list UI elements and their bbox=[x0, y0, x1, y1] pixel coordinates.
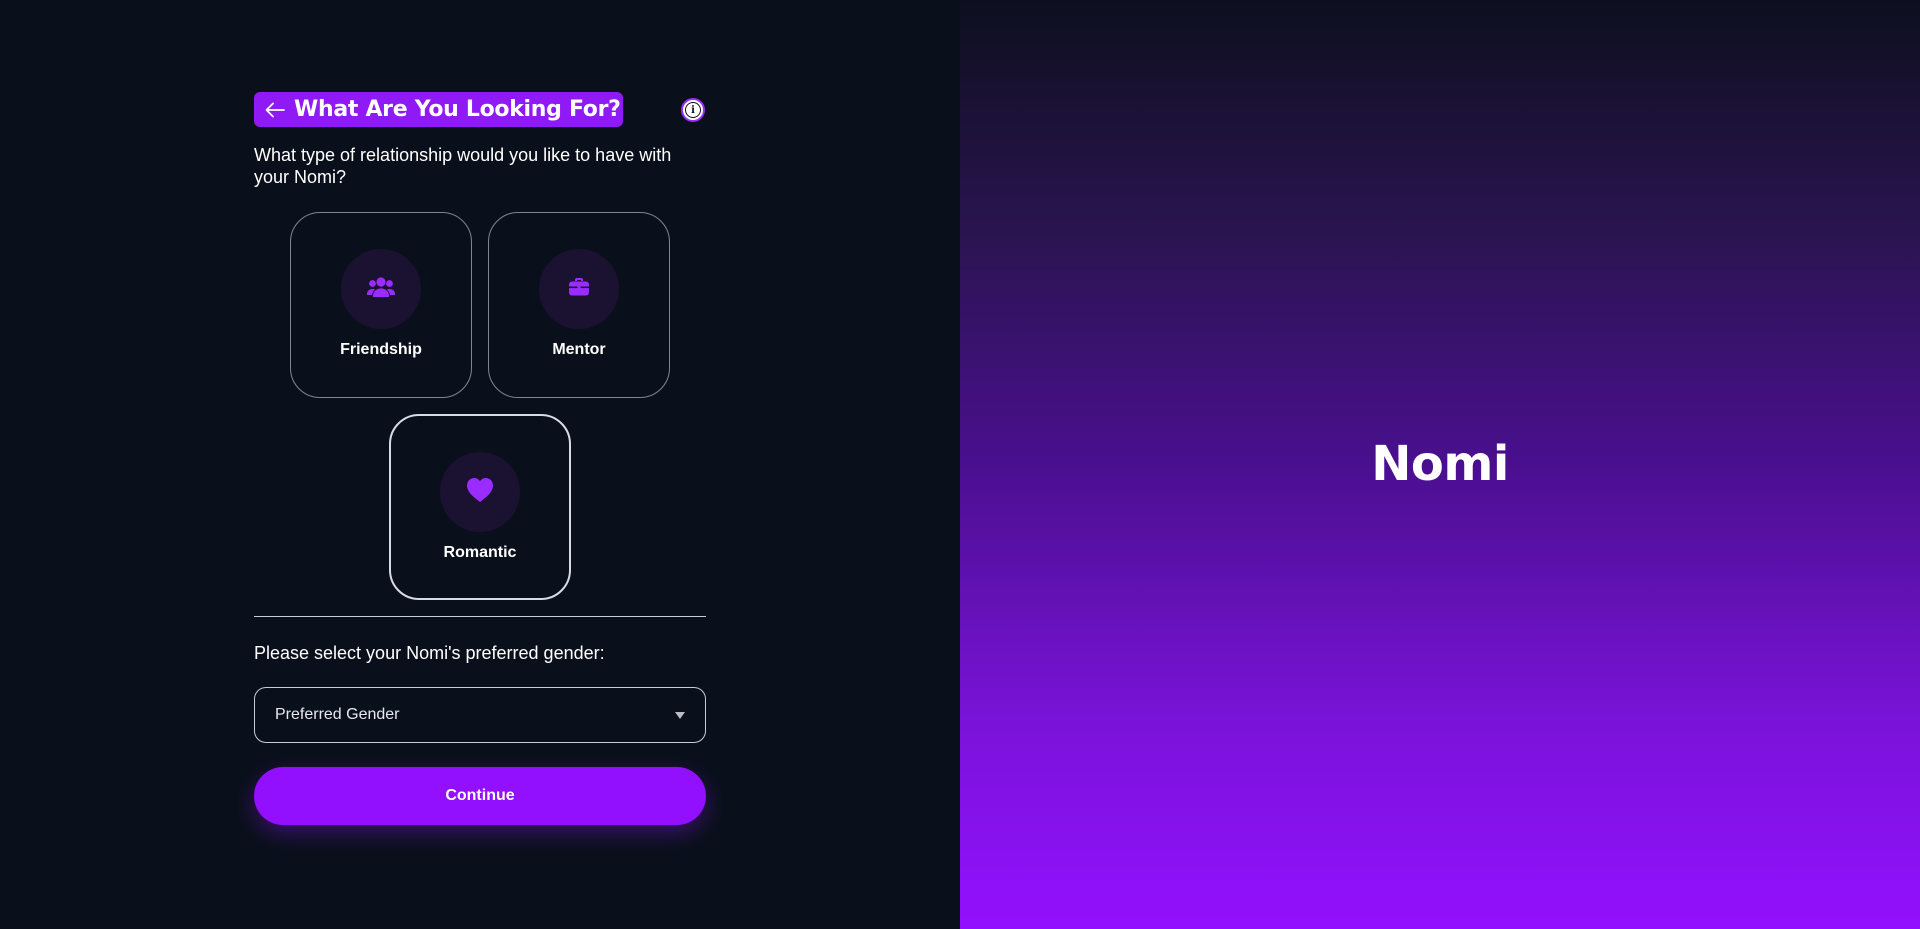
left-pane: What Are You Looking For? i What type of… bbox=[0, 0, 960, 929]
option-icon-circle bbox=[440, 452, 520, 532]
title-pill: What Are You Looking For? bbox=[254, 92, 623, 127]
brand-logo-text: Nomi bbox=[1371, 436, 1509, 492]
caret-down-icon bbox=[675, 711, 685, 719]
option-label-mentor: Mentor bbox=[552, 341, 606, 358]
arrow-left-icon[interactable] bbox=[264, 99, 286, 121]
page-title: What Are You Looking For? bbox=[294, 97, 621, 122]
info-glyph: i bbox=[685, 102, 701, 118]
relationship-form: What Are You Looking For? i What type of… bbox=[254, 92, 706, 825]
heart-icon bbox=[466, 477, 494, 508]
option-friendship-card[interactable]: Friendship bbox=[290, 212, 472, 398]
briefcase-icon bbox=[568, 277, 590, 302]
option-label-romantic: Romantic bbox=[443, 544, 517, 561]
gender-select-value: Preferred Gender bbox=[275, 706, 400, 723]
option-icon-circle bbox=[341, 249, 421, 329]
relationship-options: Friendship Mentor Romantic bbox=[254, 212, 706, 616]
option-label-friendship: Friendship bbox=[340, 341, 422, 358]
info-icon[interactable]: i bbox=[681, 98, 705, 122]
continue-button[interactable]: Continue bbox=[254, 767, 706, 825]
brand-panel: Nomi bbox=[960, 0, 1920, 929]
option-mentor-card[interactable]: Mentor bbox=[488, 212, 670, 398]
gender-select[interactable]: Preferred Gender bbox=[254, 687, 706, 743]
page: What Are You Looking For? i What type of… bbox=[0, 0, 1920, 929]
relationship-question: What type of relationship would you like… bbox=[254, 145, 672, 187]
option-icon-circle bbox=[539, 249, 619, 329]
option-romantic-card[interactable]: Romantic bbox=[389, 414, 571, 600]
header-row: What Are You Looking For? i bbox=[254, 92, 706, 128]
users-icon bbox=[366, 276, 396, 303]
gender-label: Please select your Nomi's preferred gend… bbox=[254, 643, 605, 663]
section-divider bbox=[254, 616, 706, 617]
